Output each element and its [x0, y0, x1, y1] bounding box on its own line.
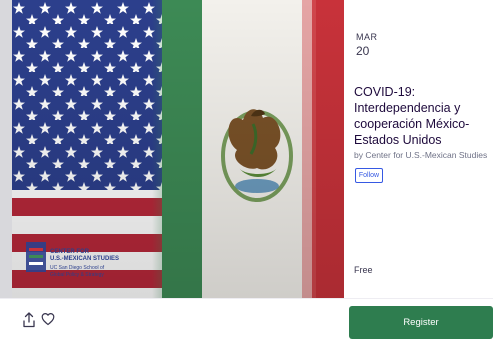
left-edge: [0, 0, 12, 298]
logo-line1: CENTER FOR: [50, 249, 90, 255]
event-day: 20: [356, 44, 370, 58]
event-title[interactable]: COVID-19: Interdependencia y cooperación…: [354, 84, 491, 148]
register-button[interactable]: Register: [349, 306, 493, 339]
logo-line2: U.S.-MEXICAN STUDIES: [50, 256, 119, 262]
logo-line4: Global Policy & Strategy: [50, 272, 104, 278]
event-month: MAR: [356, 32, 378, 42]
event-hero-image[interactable]: CENTER FOR U.S.-MEXICAN STUDIES UC San D…: [12, 0, 344, 298]
follow-button[interactable]: Follow: [355, 168, 383, 183]
event-price: Free: [354, 265, 373, 275]
event-card: CENTER FOR U.S.-MEXICAN STUDIES UC San D…: [0, 0, 493, 345]
event-organizer[interactable]: by Center for U.S.-Mexican Studies: [354, 150, 487, 160]
share-icon[interactable]: [22, 312, 36, 328]
center-logo: [26, 242, 46, 272]
heart-icon[interactable]: [41, 312, 55, 326]
event-info-panel: MAR 20 COVID-19: Interdependencia y coop…: [344, 0, 493, 298]
logo-line3: UC San Diego School of: [50, 265, 105, 271]
